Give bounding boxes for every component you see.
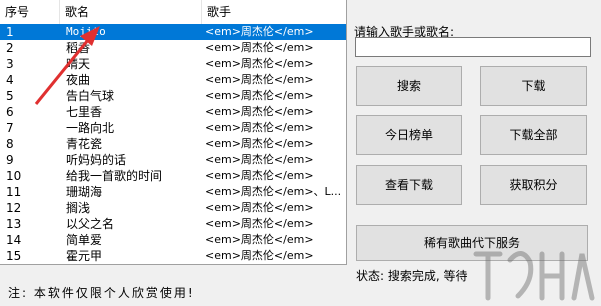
row-cell-song: 给我一首歌的时间 xyxy=(66,169,163,183)
row-cell-song: Mojito xyxy=(66,25,106,38)
table-row[interactable]: 9 听妈妈的话 <em>周杰伦</em> xyxy=(0,152,346,168)
row-cell-song: 告白气球 xyxy=(66,89,115,103)
row-cell-artist: <em>周杰伦</em> xyxy=(205,89,314,102)
get-points-button[interactable]: 获取积分 xyxy=(480,165,587,205)
row-cell-artist: <em>周杰伦</em> xyxy=(205,233,314,246)
table-row[interactable]: 10 给我一首歌的时间 <em>周杰伦</em> xyxy=(0,168,346,184)
today-chart-button[interactable]: 今日榜单 xyxy=(356,115,462,155)
row-cell-number: 3 xyxy=(6,57,14,71)
row-cell-number: 14 xyxy=(6,233,22,247)
table-row[interactable]: 7 一路向北 <em>周杰伦</em> xyxy=(0,120,346,136)
search-input[interactable] xyxy=(355,37,591,57)
row-cell-number: 5 xyxy=(6,89,14,103)
row-cell-song: 七里香 xyxy=(66,105,103,119)
column-header-number[interactable]: 序号 xyxy=(0,0,60,24)
row-cell-number: 1 xyxy=(6,25,14,39)
rare-song-service-button[interactable]: 稀有歌曲代下服务 xyxy=(356,225,588,261)
list-rows: 1 Mojito <em>周杰伦</em> 2 稻香 <em>周杰伦</em> 3 晴天 <em… xyxy=(0,24,346,264)
column-header-song[interactable]: 歌名 xyxy=(60,0,202,24)
row-cell-artist: <em>周杰伦</em> xyxy=(205,121,314,134)
table-row[interactable]: 1 Mojito <em>周杰伦</em> xyxy=(0,24,346,40)
row-cell-artist: <em>周杰伦</em> xyxy=(205,57,314,70)
row-cell-number: 7 xyxy=(6,121,14,135)
table-row[interactable]: 6 七里香 <em>周杰伦</em> xyxy=(0,104,346,120)
row-cell-number: 15 xyxy=(6,249,22,263)
row-cell-artist: <em>周杰伦</em> xyxy=(205,249,314,262)
row-cell-number: 10 xyxy=(6,169,22,183)
table-row[interactable]: 11 珊瑚海 <em>周杰伦</em>、L... xyxy=(0,184,346,200)
row-cell-song: 夜曲 xyxy=(66,73,91,87)
row-cell-artist: <em>周杰伦</em> xyxy=(205,153,314,166)
row-cell-artist: <em>周杰伦</em> xyxy=(205,217,314,230)
table-row[interactable]: 13 以父之名 <em>周杰伦</em> xyxy=(0,216,346,232)
table-row[interactable]: 4 夜曲 <em>周杰伦</em> xyxy=(0,72,346,88)
row-cell-artist: <em>周杰伦</em> xyxy=(205,41,314,54)
row-cell-song: 青花瓷 xyxy=(66,137,103,151)
table-row[interactable]: 3 晴天 <em>周杰伦</em> xyxy=(0,56,346,72)
row-cell-number: 2 xyxy=(6,41,14,55)
row-cell-artist: <em>周杰伦</em> xyxy=(205,73,314,86)
row-cell-number: 12 xyxy=(6,201,22,215)
table-row[interactable]: 12 搁浅 <em>周杰伦</em> xyxy=(0,200,346,216)
row-cell-song: 珊瑚海 xyxy=(66,185,103,199)
row-cell-artist: <em>周杰伦</em> xyxy=(205,137,314,150)
row-cell-song: 听妈妈的话 xyxy=(66,153,127,167)
row-cell-song: 以父之名 xyxy=(66,217,115,231)
download-button[interactable]: 下载 xyxy=(480,66,587,106)
search-button[interactable]: 搜索 xyxy=(356,66,462,106)
row-cell-song: 一路向北 xyxy=(66,121,115,135)
row-cell-number: 6 xyxy=(6,105,14,119)
row-cell-song: 简单爱 xyxy=(66,233,103,247)
row-cell-number: 9 xyxy=(6,153,14,167)
table-row[interactable]: 2 稻香 <em>周杰伦</em> xyxy=(0,40,346,56)
status-text: 状态: 搜索完成, 等待 xyxy=(356,269,468,283)
table-row[interactable]: 8 青花瓷 <em>周杰伦</em> xyxy=(0,136,346,152)
table-row[interactable]: 15 霍元甲 <em>周杰伦</em> xyxy=(0,248,346,264)
row-cell-artist: <em>周杰伦</em> xyxy=(205,25,314,38)
row-cell-number: 8 xyxy=(6,137,14,151)
view-download-button[interactable]: 查看下载 xyxy=(356,165,462,205)
column-header-artist[interactable]: 歌手 xyxy=(202,0,346,24)
list-header: 序号 歌名 歌手 xyxy=(0,0,346,25)
row-cell-song: 晴天 xyxy=(66,57,91,71)
download-all-button[interactable]: 下载全部 xyxy=(480,115,587,155)
row-cell-artist: <em>周杰伦</em> xyxy=(205,169,314,182)
row-cell-number: 4 xyxy=(6,73,14,87)
row-cell-artist: <em>周杰伦</em> xyxy=(205,201,314,214)
row-cell-artist: <em>周杰伦</em> xyxy=(205,105,314,118)
row-cell-song: 霍元甲 xyxy=(66,249,103,263)
table-row[interactable]: 14 简单爱 <em>周杰伦</em> xyxy=(0,232,346,248)
table-row[interactable]: 5 告白气球 <em>周杰伦</em> xyxy=(0,88,346,104)
usage-note: 注: 本软件仅限个人欣赏使用! xyxy=(8,286,195,300)
row-cell-number: 11 xyxy=(6,185,22,199)
row-cell-song: 搁浅 xyxy=(66,201,91,215)
row-cell-number: 13 xyxy=(6,217,22,231)
row-cell-artist: <em>周杰伦</em>、L... xyxy=(205,185,342,198)
row-cell-song: 稻香 xyxy=(66,41,91,55)
song-list[interactable]: 序号 歌名 歌手 1 Mojito <em>周杰伦</em> 2 稻香 <em>周杰伦</… xyxy=(0,0,347,265)
